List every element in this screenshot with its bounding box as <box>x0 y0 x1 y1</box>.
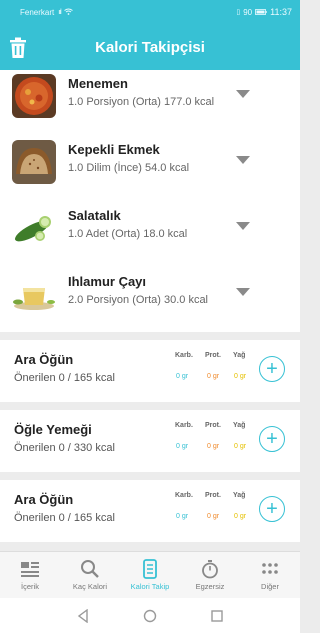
stopwatch-icon <box>200 559 220 579</box>
protein-value: 0 gr <box>207 513 220 520</box>
app-header: Kalori Takipçisi <box>0 24 300 70</box>
protein-label: Prot. <box>205 422 221 429</box>
plus-icon: + <box>266 358 278 380</box>
nav-label: Kaç Kalori <box>72 582 108 591</box>
carb-value: 0 gr <box>176 443 189 450</box>
fat-value: 0 gr <box>234 513 247 520</box>
food-detail: 1.0 Dilim (İnce) 54.0 kcal <box>68 162 190 174</box>
breakfast-food-list: Menemen 1.0 Porsiyon (Orta) 177.0 kcal K… <box>0 70 300 332</box>
food-name: Kepekli Ekmek <box>68 142 160 157</box>
fat-value: 0 gr <box>234 443 247 450</box>
food-name: Ihlamur Çayı <box>68 274 147 289</box>
content-icon <box>20 559 40 579</box>
plus-icon: + <box>266 428 278 450</box>
add-food-button[interactable]: + <box>259 496 285 522</box>
search-icon <box>80 559 100 579</box>
meal-name: Öğle Yemeği <box>14 422 92 437</box>
food-detail: 1.0 Adet (Orta) 18.0 kcal <box>68 228 188 240</box>
signal-icon: ııl <box>58 8 62 16</box>
nav-item-content[interactable]: İçerik <box>0 552 60 598</box>
carb-label: Karb. <box>175 422 193 429</box>
nav-label: Diğer <box>261 582 279 591</box>
system-navigation-bar <box>0 598 300 633</box>
nav-label: İçerik <box>21 582 39 591</box>
fat-label: Yağ <box>233 492 246 499</box>
tracker-icon <box>140 559 160 579</box>
tea-thumbnail <box>12 272 56 316</box>
recents-icon[interactable] <box>210 609 224 623</box>
food-item[interactable]: Kepekli Ekmek 1.0 Dilim (İnce) 54.0 kcal <box>0 136 300 202</box>
meal-recommended: Önerilen 0 / 165 kcal <box>14 512 115 524</box>
carb-label: Karb. <box>175 492 193 499</box>
more-grid-icon <box>260 559 280 579</box>
meal-recommended: Önerilen 0 / 330 kcal <box>14 442 115 454</box>
trash-icon[interactable] <box>8 37 28 59</box>
nav-item-calories[interactable]: Kaç Kalori <box>60 552 120 598</box>
protein-value: 0 gr <box>207 443 220 450</box>
add-food-button[interactable]: + <box>259 356 285 382</box>
page-title: Kalori Takipçisi <box>95 38 205 56</box>
vibrate-icon: ▯ <box>236 9 241 16</box>
home-icon[interactable] <box>143 609 157 623</box>
protein-value: 0 gr <box>207 373 220 380</box>
food-name: Menemen <box>68 76 128 91</box>
meal-card-lunch[interactable]: Öğle Yemeği Önerilen 0 / 330 kcal Karb. … <box>0 410 300 472</box>
food-name: Salatalık <box>68 208 121 223</box>
cucumber-thumbnail <box>12 206 56 250</box>
carb-value: 0 gr <box>176 373 189 380</box>
carrier-name: Fenerkart <box>20 7 55 17</box>
nav-label: Egzersiz <box>195 582 225 591</box>
caret-down-icon[interactable] <box>236 222 250 230</box>
bottom-navigation: İçerik Kaç Kalori Kalori Takip Egzersiz … <box>0 551 300 598</box>
caret-down-icon[interactable] <box>236 156 250 164</box>
protein-label: Prot. <box>205 352 221 359</box>
fat-label: Yağ <box>233 422 246 429</box>
food-item[interactable]: Menemen 1.0 Porsiyon (Orta) 177.0 kcal <box>0 70 300 136</box>
bread-thumbnail <box>12 140 56 184</box>
back-icon[interactable] <box>76 608 90 623</box>
nav-item-exercise[interactable]: Egzersiz <box>180 552 240 598</box>
food-detail: 2.0 Porsiyon (Orta) 30.0 kcal <box>68 294 209 306</box>
carb-label: Karb. <box>175 352 193 359</box>
nav-item-tracker[interactable]: Kalori Takip <box>120 552 180 598</box>
meal-name: Ara Öğün <box>14 492 74 507</box>
clock: 11:37 <box>270 7 292 17</box>
meal-name: Ara Öğün <box>14 352 74 367</box>
food-detail: 1.0 Porsiyon (Orta) 177.0 kcal <box>68 96 215 108</box>
food-item[interactable]: Ihlamur Çayı 2.0 Porsiyon (Orta) 30.0 kc… <box>0 268 300 334</box>
meal-card-snack-1[interactable]: Ara Öğün Önerilen 0 / 165 kcal Karb. Pro… <box>0 340 300 402</box>
carb-value: 0 gr <box>176 513 189 520</box>
fat-value: 0 gr <box>234 373 247 380</box>
wifi-icon <box>63 8 73 17</box>
meal-recommended: Önerilen 0 / 165 kcal <box>14 372 115 384</box>
battery-level: 90 <box>243 7 253 17</box>
nav-item-more[interactable]: Diğer <box>240 552 300 598</box>
caret-down-icon[interactable] <box>236 90 250 98</box>
add-food-button[interactable]: + <box>259 426 285 452</box>
status-bar: Fenerkart ııl ▯ 90 11:37 <box>0 0 300 24</box>
nav-label: Kalori Takip <box>130 582 170 591</box>
food-item[interactable]: Salatalık 1.0 Adet (Orta) 18.0 kcal <box>0 202 300 268</box>
menemen-thumbnail <box>12 74 56 118</box>
meal-card-snack-2[interactable]: Ara Öğün Önerilen 0 / 165 kcal Karb. Pro… <box>0 480 300 542</box>
caret-down-icon[interactable] <box>236 288 250 296</box>
plus-icon: + <box>266 498 278 520</box>
fat-label: Yağ <box>233 352 246 359</box>
protein-label: Prot. <box>205 492 221 499</box>
battery-icon <box>255 8 267 17</box>
